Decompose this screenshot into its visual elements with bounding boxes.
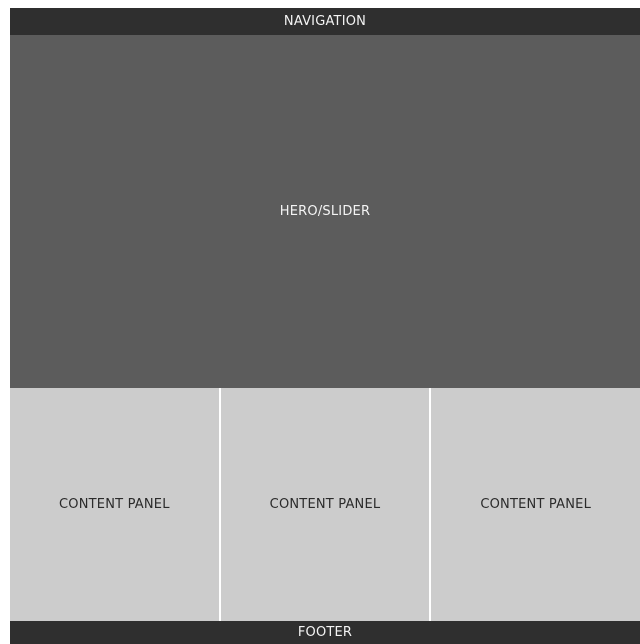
navigation-bar: NAVIGATION — [10, 8, 640, 35]
hero-slider: HERO/SLIDER — [10, 35, 640, 388]
navigation-label: NAVIGATION — [283, 14, 367, 29]
content-panel-label: CONTENT PANEL — [269, 497, 381, 512]
hero-label: HERO/SLIDER — [279, 204, 371, 219]
content-panel-2: CONTENT PANEL — [220, 388, 430, 621]
layout-wireframe: NAVIGATION HERO/SLIDER CONTENT PANEL CON… — [10, 8, 640, 644]
footer-bar: FOOTER — [10, 621, 640, 644]
content-panel-1: CONTENT PANEL — [10, 388, 219, 621]
content-panel-label: CONTENT PANEL — [59, 497, 170, 512]
content-panel-3: CONTENT PANEL — [431, 388, 640, 621]
footer-label: FOOTER — [297, 625, 353, 640]
content-panels-row: CONTENT PANEL CONTENT PANEL CONTENT PANE… — [10, 388, 640, 621]
content-panel-label: CONTENT PANEL — [480, 497, 592, 512]
